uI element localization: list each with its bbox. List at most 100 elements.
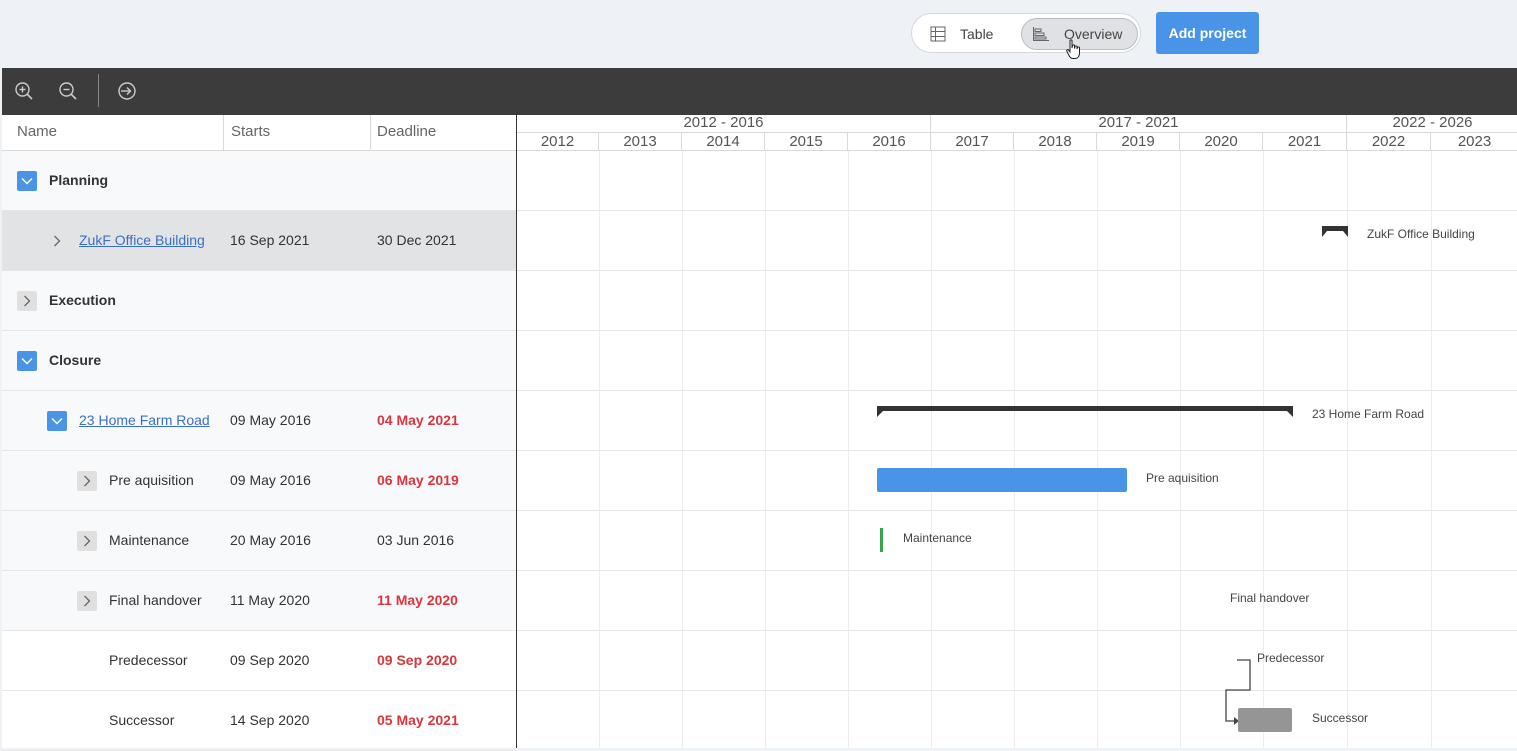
table-row-final-handover[interactable]: Final handover 11 May 2020 11 May 2020 [2, 571, 516, 631]
bar-label: ZukF Office Building [1367, 227, 1475, 241]
table-row-planning[interactable]: Planning [2, 151, 516, 211]
export-icon[interactable] [117, 81, 137, 101]
period-label: 2022 - 2026 [1347, 115, 1517, 133]
chevron-right-icon [84, 595, 91, 607]
table-icon [930, 26, 946, 42]
deadline-date: 06 May 2019 [377, 472, 459, 488]
row-name: Execution [49, 292, 116, 308]
task-bar-maintenance[interactable] [880, 528, 883, 552]
row-divider [517, 510, 1517, 511]
table-row-closure[interactable]: Closure [2, 331, 516, 391]
chevron-right-icon [54, 235, 61, 247]
column-header-name[interactable]: Name [2, 115, 224, 151]
period-label: 2012 - 2016 [517, 115, 931, 133]
start-date: 20 May 2016 [230, 532, 311, 548]
zoom-out-icon[interactable] [58, 81, 78, 101]
bar-label: Successor [1312, 711, 1369, 725]
chevron-down-icon [51, 418, 63, 425]
row-divider [517, 210, 1517, 211]
task-bar-successor[interactable] [1238, 708, 1292, 732]
gantt-timeline: 2012 - 2016 2017 - 2021 2022 - 2026 2012… [516, 115, 1517, 748]
start-date: 09 Sep 2020 [230, 652, 310, 668]
row-name: Closure [49, 352, 102, 368]
chevron-right-icon [24, 295, 31, 307]
year-label: 2021 [1263, 133, 1347, 151]
row-name: Maintenance [109, 532, 190, 548]
task-grid: Name Starts Deadline Planning ZukF Offic… [2, 115, 516, 751]
project-link[interactable]: ZukF Office Building [79, 232, 205, 248]
row-name: Planning [49, 172, 109, 188]
hand-cursor-icon [1066, 39, 1080, 59]
start-date: 09 May 2016 [230, 472, 311, 488]
row-name: Pre aquisition [109, 472, 194, 488]
column-header-deadline[interactable]: Deadline [371, 115, 516, 151]
table-view-button[interactable]: Table [918, 18, 1018, 50]
column-header-starts[interactable]: Starts [224, 115, 371, 151]
period-label: 2017 - 2021 [931, 115, 1347, 133]
timeline-header: 2012 - 2016 2017 - 2021 2022 - 2026 2012… [517, 115, 1517, 151]
row-name: Successor [109, 712, 175, 728]
row-divider [517, 570, 1517, 571]
bar-label: Predecessor [1257, 651, 1325, 665]
table-row-successor[interactable]: Successor 14 Sep 2020 05 May 2021 [2, 691, 516, 751]
year-label: 2015 [765, 133, 848, 151]
year-label: 2014 [682, 133, 765, 151]
row-divider [517, 390, 1517, 391]
deadline-date: 09 Sep 2020 [377, 652, 458, 668]
start-date: 09 May 2016 [230, 412, 311, 428]
row-divider [517, 330, 1517, 331]
deadline-date: 05 May 2021 [377, 712, 459, 728]
start-date: 14 Sep 2020 [230, 712, 310, 728]
deadline-date: 11 May 2020 [377, 592, 458, 608]
expand-toggle[interactable] [17, 291, 37, 311]
summary-bar-home-farm[interactable] [877, 406, 1293, 418]
expand-toggle[interactable] [77, 591, 97, 611]
start-date: 16 Sep 2021 [230, 232, 310, 248]
chevron-right-icon [84, 475, 91, 487]
project-link[interactable]: 23 Home Farm Road [79, 412, 210, 428]
year-label: 2022 [1347, 133, 1431, 151]
collapse-toggle[interactable] [17, 351, 37, 371]
deadline-date: 03 Jun 2016 [377, 532, 455, 548]
bar-label: Final handover [1230, 591, 1310, 605]
year-label: 2020 [1180, 133, 1263, 151]
deadline-date: 30 Dec 2021 [377, 232, 457, 248]
expand-toggle[interactable] [77, 471, 97, 491]
summary-bar-zukf[interactable] [1322, 226, 1348, 238]
table-row-zukf-office-building[interactable]: ZukF Office Building 16 Sep 2021 30 Dec … [2, 211, 516, 271]
table-row-execution[interactable]: Execution [2, 271, 516, 331]
year-label: 2016 [848, 133, 931, 151]
year-label: 2018 [1014, 133, 1097, 151]
start-date: 11 May 2020 [230, 592, 310, 608]
chevron-down-icon [21, 358, 33, 365]
bar-label: Maintenance [903, 531, 972, 545]
table-view-label: Table [960, 26, 994, 42]
expand-toggle[interactable] [77, 531, 97, 551]
row-name: Predecessor [109, 652, 188, 668]
year-label: 2019 [1097, 133, 1180, 151]
gantt-icon [1033, 27, 1049, 41]
table-row-predecessor[interactable]: Predecessor 09 Sep 2020 09 Sep 2020 [2, 631, 516, 691]
row-divider [517, 450, 1517, 451]
chevron-down-icon [21, 178, 33, 185]
view-toggle: Table Overview [911, 13, 1141, 53]
bar-label: Pre aquisition [1146, 471, 1219, 485]
zoom-in-icon[interactable] [14, 81, 34, 101]
gantt-toolbar [2, 68, 1517, 115]
task-bar-pre-aquisition[interactable] [877, 468, 1127, 492]
top-bar: Table Overview Add project [0, 0, 1517, 68]
table-row-pre-aquisition[interactable]: Pre aquisition 09 May 2016 06 May 2019 [2, 451, 516, 511]
year-label: 2017 [931, 133, 1014, 151]
toolbar-divider [98, 74, 99, 107]
year-label: 2023 [1457, 133, 1492, 150]
add-project-button[interactable]: Add project [1156, 12, 1259, 54]
table-row-maintenance[interactable]: Maintenance 20 May 2016 03 Jun 2016 [2, 511, 516, 571]
row-divider [517, 690, 1517, 691]
collapse-toggle[interactable] [17, 171, 37, 191]
year-label: 2013 [599, 133, 682, 151]
collapse-toggle[interactable] [47, 411, 67, 431]
deadline-date: 04 May 2021 [377, 412, 459, 428]
expand-toggle[interactable] [47, 231, 67, 251]
row-divider [517, 270, 1517, 271]
table-row-23-home-farm-road[interactable]: 23 Home Farm Road 09 May 2016 04 May 202… [2, 391, 516, 451]
